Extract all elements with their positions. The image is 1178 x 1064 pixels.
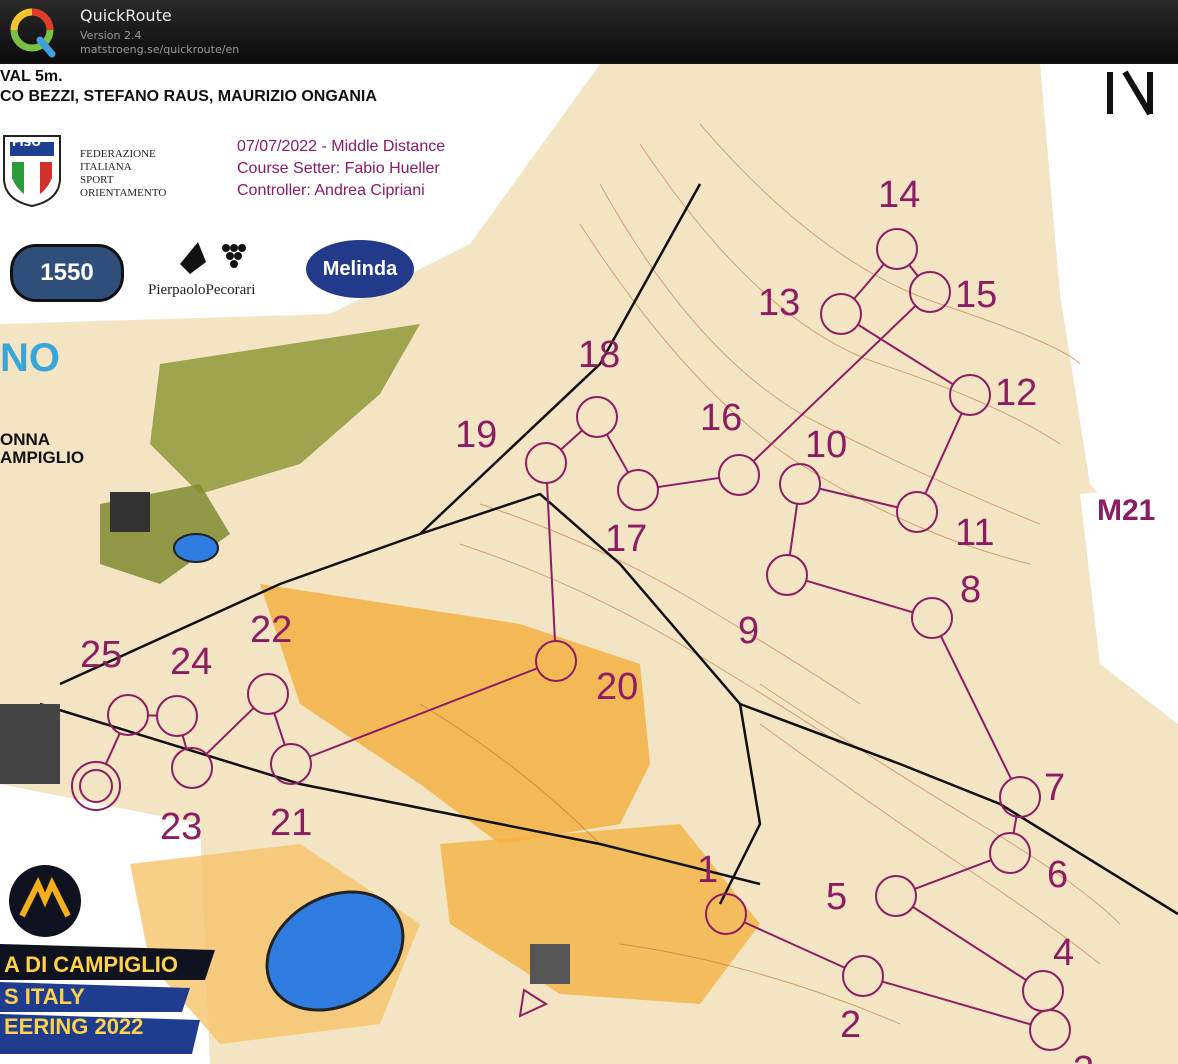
- control-circle-6: [989, 832, 1031, 874]
- control-circle-14: [876, 228, 918, 270]
- control-circle-15: [909, 271, 951, 313]
- event-date: 07/07/2022 - Middle Distance: [237, 138, 446, 155]
- start-triangle: [518, 988, 549, 1018]
- control-number-8: 8: [960, 569, 982, 611]
- app-url-link[interactable]: matstroeng.se/quickroute/en: [80, 43, 239, 56]
- course-leg: [1012, 816, 1018, 834]
- control-circle-25: [107, 694, 149, 736]
- banner-line1: A DI CAMPIGLIO: [4, 952, 178, 977]
- control-circle-8: [911, 597, 953, 639]
- control-number-10: 10: [805, 424, 848, 466]
- control-number-12: 12: [995, 372, 1038, 414]
- control-circle-16: [718, 454, 760, 496]
- sponsor-1550: 1550: [10, 244, 124, 302]
- course-leg: [924, 412, 963, 495]
- title-bar: QuickRoute Version 2.4 matstroeng.se/qui…: [0, 0, 1178, 62]
- sponsor-pecorari: PierpaoloPecorari: [148, 282, 256, 298]
- sponsor-melinda: Melinda: [306, 240, 414, 298]
- course-setter: Course Setter: Fabio Hueller: [237, 160, 440, 177]
- course-leg: [819, 487, 898, 509]
- federation-name-4: ORIENTAMENTO: [80, 187, 167, 199]
- control-circle-2: [842, 955, 884, 997]
- course-leg: [788, 503, 799, 556]
- federation-name-2: ITALIANA: [80, 161, 132, 173]
- banner-line2: S ITALY: [4, 984, 85, 1009]
- control-circle-24: [156, 695, 198, 737]
- course-leg: [912, 906, 1027, 981]
- course-leg: [805, 579, 914, 614]
- control-number-16: 16: [700, 397, 743, 439]
- control-circle-3: [1029, 1009, 1071, 1051]
- control-number-14: 14: [878, 174, 921, 216]
- control-number-21: 21: [270, 802, 313, 844]
- control-circle-13: [820, 293, 862, 335]
- course-leg: [273, 712, 286, 746]
- controller: Controller: Andrea Cipriani: [237, 182, 425, 199]
- control-circle-7: [999, 776, 1041, 818]
- side-logo-no: NO: [0, 336, 60, 380]
- course-leg: [560, 429, 583, 451]
- control-circle-21: [270, 743, 312, 785]
- control-number-17: 17: [605, 518, 648, 560]
- control-number-15: 15: [955, 274, 998, 316]
- control-number-3: 3: [1073, 1049, 1094, 1064]
- control-circle-5: [875, 875, 917, 917]
- control-circle-10: [779, 463, 821, 505]
- control-number-22: 22: [250, 609, 293, 651]
- app-name: QuickRoute: [80, 6, 172, 25]
- course-leg: [605, 433, 630, 474]
- map-terrain: [0, 64, 1178, 1064]
- course-leg: [743, 921, 846, 969]
- control-number-2: 2: [840, 1004, 862, 1046]
- course-leg: [857, 323, 954, 386]
- map-header-line1: VAL 5m.: [0, 68, 63, 85]
- quickroute-logo-icon: [10, 8, 56, 58]
- grape-icon: [180, 242, 246, 274]
- control-circle-22: [247, 673, 289, 715]
- control-number-1: 1: [697, 849, 719, 891]
- control-number-24: 24: [170, 641, 213, 683]
- course-leg: [853, 263, 885, 300]
- federation-name-3: SPORT: [80, 174, 114, 186]
- side-text-onna: ONNA: [0, 430, 51, 449]
- control-number-9: 9: [738, 610, 760, 652]
- course-leg: [205, 707, 255, 755]
- control-circle-18: [576, 396, 618, 438]
- course-leg: [914, 859, 992, 890]
- banner-line3: EERING 2022: [4, 1014, 144, 1039]
- finish-circle: [79, 769, 113, 803]
- control-number-18: 18: [578, 334, 621, 376]
- control-number-19: 19: [455, 414, 498, 456]
- control-number-6: 6: [1047, 854, 1069, 896]
- app-version: Version 2.4: [80, 29, 142, 42]
- course-leg: [881, 980, 1032, 1026]
- control-circle-23: [171, 747, 213, 789]
- control-circle-12: [949, 374, 991, 416]
- course-leg: [939, 635, 1013, 780]
- control-number-13: 13: [758, 282, 801, 324]
- control-number-23: 23: [160, 806, 203, 848]
- course-label: M21: [1097, 494, 1156, 527]
- control-number-4: 4: [1053, 932, 1075, 974]
- course-leg: [657, 476, 720, 489]
- control-number-7: 7: [1044, 767, 1066, 809]
- control-number-20: 20: [596, 666, 639, 708]
- side-text-campiglio: AMPIGLIO: [0, 448, 85, 467]
- control-circle-9: [766, 554, 808, 596]
- control-circle-17: [617, 469, 659, 511]
- federation-name-1: FEDERAZIONE: [80, 148, 156, 160]
- fiso-badge: FISO: [12, 136, 41, 149]
- map-header-line2: CO BEZZI, STEFANO RAUS, MAURIZIO ONGANIA: [0, 88, 377, 105]
- control-number-25: 25: [80, 634, 123, 676]
- control-circle-19: [525, 442, 567, 484]
- course-leg: [908, 264, 919, 277]
- control-number-11: 11: [955, 512, 995, 554]
- control-number-5: 5: [826, 876, 848, 918]
- course-leg: [104, 732, 121, 765]
- event-m-logo-icon: [9, 865, 81, 937]
- orienteering-map[interactable]: VAL 5m. CO BEZZI, STEFANO RAUS, MAURIZIO…: [0, 64, 1178, 1064]
- control-circle-4: [1022, 970, 1064, 1012]
